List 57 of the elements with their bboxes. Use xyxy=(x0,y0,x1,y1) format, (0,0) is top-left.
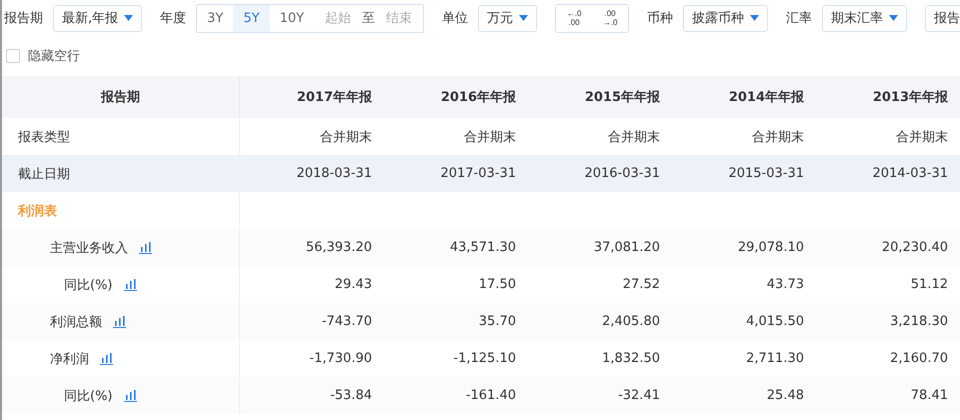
row-label: 净利润 xyxy=(50,350,89,368)
table-cell: 56,393.20 xyxy=(240,229,384,266)
bar-chart-icon[interactable] xyxy=(122,389,138,402)
filter-label: 汇率 xyxy=(786,10,812,27)
table-cell: 2,405.80 xyxy=(528,303,672,340)
table-cell: 25.48 xyxy=(672,377,816,414)
caret-icon xyxy=(519,15,528,21)
checkbox-label: 隐藏空行 xyxy=(28,48,80,65)
bar-chart-icon[interactable] xyxy=(112,315,127,328)
filter-label: 报告期 xyxy=(4,10,43,27)
table-cell: 2018-03-31 xyxy=(240,155,384,192)
caret-icon xyxy=(889,15,898,21)
row-label: 报表类型 xyxy=(18,128,70,146)
row-label: 同比(%) xyxy=(64,276,112,294)
column-header: 报告期 xyxy=(2,76,240,118)
bar-chart-icon[interactable] xyxy=(99,352,114,365)
section-title: 利润表 xyxy=(18,202,57,220)
table-cell: -32.41 xyxy=(528,377,672,414)
table-cell: -161.40 xyxy=(384,377,528,414)
table-cell: 2016-03-31 xyxy=(528,155,672,192)
row-label: 同比(%) xyxy=(64,388,112,404)
dropdown[interactable]: 披露币种 xyxy=(683,4,768,32)
column-header: 2014年年报 xyxy=(672,76,816,118)
table-cell: 2015-03-31 xyxy=(672,155,816,192)
checkbox[interactable] xyxy=(6,49,20,63)
column-header: 2013年年报 xyxy=(816,76,960,118)
table-cell: 43,571.30 xyxy=(384,229,528,266)
table-cell: 3,218.30 xyxy=(816,303,960,340)
caret-icon xyxy=(124,15,134,21)
row-label: 利润总额 xyxy=(50,314,102,330)
table-cell: 4,015.50 xyxy=(672,303,816,340)
filter-label: 年度 xyxy=(160,10,186,27)
dropdown[interactable]: 期末汇率 xyxy=(822,4,908,32)
table-cell: 37,081.20 xyxy=(528,229,672,266)
filter-label: 币种 xyxy=(647,10,674,27)
table-cell: -743.70 xyxy=(240,303,384,340)
range-separator: 至 xyxy=(362,10,376,27)
report-button[interactable]: 报告 xyxy=(925,4,960,32)
dropdown[interactable]: 万元 xyxy=(478,4,538,32)
table-cell: 35.70 xyxy=(384,303,528,340)
table-cell: 2014-03-31 xyxy=(816,155,960,192)
bar-chart-icon[interactable] xyxy=(122,278,138,291)
table-cell: 2017-03-31 xyxy=(384,155,528,192)
bar-chart-icon[interactable] xyxy=(138,241,153,254)
table-cell: -53.84 xyxy=(240,377,384,414)
table-cell: 29,078.10 xyxy=(672,229,816,266)
dropdown[interactable]: 最新,年报 xyxy=(53,4,142,32)
row-label: 主营业务收入 xyxy=(50,240,128,256)
column-header: 2016年年报 xyxy=(384,76,528,118)
table-cell: 20,230.40 xyxy=(816,229,960,266)
caret-icon xyxy=(750,15,760,21)
column-header: 2015年年报 xyxy=(528,76,672,118)
table-cell: 78.41 xyxy=(816,377,960,414)
column-header: 2017年年报 xyxy=(240,76,384,118)
filter-label: 单位 xyxy=(442,10,468,27)
row-label: 截止日期 xyxy=(18,166,70,182)
year-option-tab[interactable]: 5Y xyxy=(233,4,270,32)
